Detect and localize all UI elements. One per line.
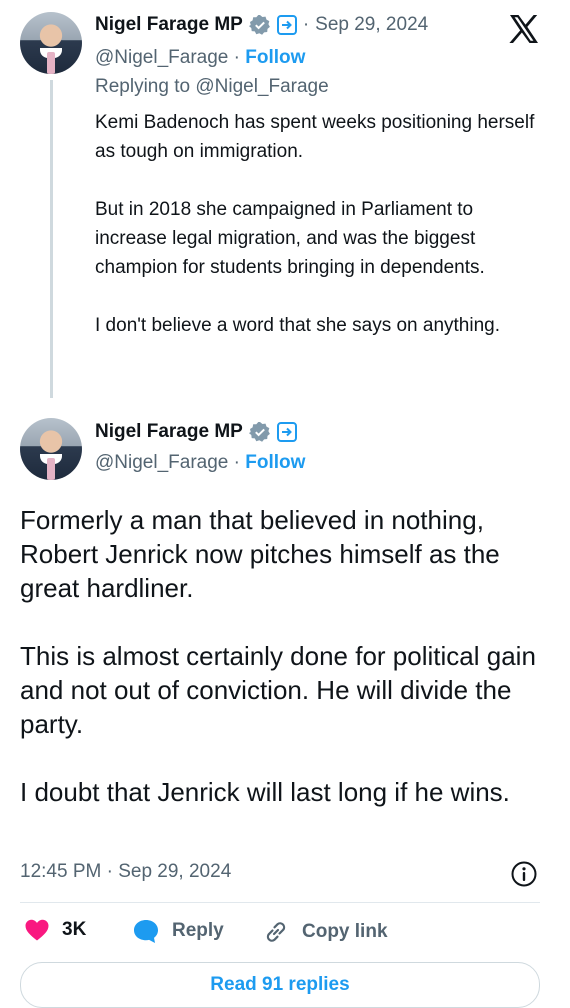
dot-separator: · [302, 14, 310, 35]
copy-link-label: Copy link [302, 921, 388, 942]
link-icon [266, 922, 286, 942]
main-paragraph-2: This is almost certainly done for politi… [20, 641, 536, 739]
info-icon[interactable] [510, 860, 538, 888]
parent-author-avatar[interactable] [20, 12, 82, 74]
main-author-name[interactable]: Nigel Farage MP [95, 421, 243, 443]
parent-author-name[interactable]: Nigel Farage MP [95, 14, 243, 36]
affiliate-badge-icon [276, 422, 297, 442]
parent-tweet-header: Nigel Farage MP · Sep 29, 2024 [95, 14, 428, 36]
thread-connector-line [50, 80, 53, 398]
dot-separator: · [233, 47, 240, 68]
replying-to-label[interactable]: Replying to @Nigel_Farage [95, 76, 329, 98]
reply-label: Reply [172, 920, 224, 941]
parent-tweet-body: Kemi Badenoch has spent weeks positionin… [95, 108, 550, 340]
dot-separator: · [233, 452, 240, 473]
read-replies-button[interactable]: Read 91 replies [20, 962, 540, 1008]
parent-handle-row: @Nigel_Farage · Follow [95, 47, 305, 69]
parent-follow-button[interactable]: Follow [245, 47, 305, 68]
like-button[interactable]: 3K [24, 918, 86, 942]
main-paragraph-3: I doubt that Jenrick will last long if h… [20, 777, 510, 807]
parent-paragraph-1: Kemi Badenoch has spent weeks positionin… [95, 112, 535, 162]
main-author-handle[interactable]: @Nigel_Farage [95, 452, 228, 473]
parent-paragraph-3: I don't believe a word that she says on … [95, 315, 500, 336]
copy-link-button[interactable]: Copy link [262, 918, 388, 946]
affiliate-badge-icon [276, 15, 297, 35]
parent-author-handle[interactable]: @Nigel_Farage [95, 47, 228, 68]
main-tweet-header: Nigel Farage MP [95, 421, 297, 443]
heart-icon [25, 919, 49, 941]
read-replies-label: Read 91 replies [210, 974, 350, 995]
main-author-avatar[interactable] [20, 418, 82, 480]
parent-tweet-date[interactable]: Sep 29, 2024 [315, 14, 428, 36]
main-handle-row: @Nigel_Farage · Follow [95, 452, 305, 474]
parent-paragraph-2: But in 2018 she campaigned in Parliament… [95, 199, 485, 278]
reply-button[interactable]: Reply [132, 918, 224, 944]
like-count: 3K [62, 919, 87, 940]
tweet-timestamp[interactable]: 12:45 PM · Sep 29, 2024 [20, 861, 231, 883]
divider [20, 902, 540, 903]
x-logo-icon[interactable] [508, 14, 540, 44]
reply-bubble-icon [134, 920, 158, 943]
main-follow-button[interactable]: Follow [245, 452, 305, 473]
main-paragraph-1: Formerly a man that believed in nothing,… [20, 505, 500, 603]
verified-badge-icon [248, 15, 270, 35]
verified-badge-icon [248, 422, 270, 442]
main-tweet-body: Formerly a man that believed in nothing,… [20, 503, 540, 809]
